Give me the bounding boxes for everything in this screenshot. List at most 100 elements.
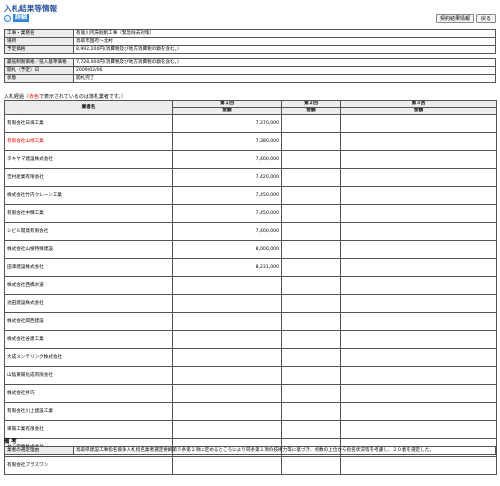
notes-label: 業者の選定理由	[4, 446, 74, 455]
info-value: 開札完了	[73, 74, 496, 83]
back-button[interactable]: 戻る	[476, 14, 496, 23]
round1-amount: 7,380,000	[171, 132, 283, 151]
round1-amount: 7,270,000	[171, 114, 283, 133]
round1-amount: 7,400,000	[171, 150, 283, 169]
notes-title: 備 考	[4, 439, 17, 445]
info-value: 8,992,200円(消費税及び地方消費税の額を含む。)	[73, 45, 496, 54]
bid-row: 有限会社中輝工業 7,450,000	[4, 204, 498, 223]
round2-amount-header: 金額	[281, 107, 342, 115]
company-name: 有限会社プラスワン	[4, 456, 173, 475]
notes-row: 業者の選定理由 鳥取県建設工事指名競争入札指名業者選定要綱第５条第２項に定めると…	[4, 446, 496, 455]
round3-amount	[340, 222, 498, 241]
info-row: 工事・業務名 有富川河床掘削工事（緊急除去対策）	[4, 29, 496, 38]
company-header: 業者名	[4, 100, 173, 115]
round2-header: 第２回	[281, 100, 342, 108]
round3-header: 第３回	[340, 100, 498, 108]
company-name: タキヤマ建設株式会社	[4, 150, 173, 169]
info-label: 開札（予定）日	[4, 66, 74, 75]
bid-row: 有限会社山崎工業7,380,000落札	[4, 132, 498, 151]
round1-amount	[171, 384, 283, 403]
round2-amount	[281, 150, 342, 169]
round2-amount	[281, 276, 342, 295]
company-name: 東陽工業有限会社	[4, 420, 173, 439]
company-name: 有限会社日海工業	[4, 114, 173, 133]
round3-amount	[340, 384, 498, 403]
round1-amount: 7,400,000	[171, 222, 283, 241]
project-info-table: 工事・業務名 有富川河床掘削工事（緊急除去対策） 場所 鳥取市国府～北村 予定価…	[4, 29, 496, 83]
round3-amount	[340, 204, 498, 223]
round2-amount	[281, 402, 342, 421]
info-label: 状態	[4, 74, 74, 83]
round1-amount	[171, 330, 283, 349]
company-name: 有限会社中輝工業	[4, 204, 173, 223]
bid-row: 株式会社西橋水道辞退	[4, 276, 498, 295]
company-name: 有限会社山崎工業	[4, 132, 173, 151]
company-name: 山陰東陽化成有限会社	[4, 366, 173, 385]
info-row: 開札（予定）日 2009/02/06	[4, 66, 496, 75]
round3-amount	[340, 258, 498, 277]
round2-amount	[281, 456, 342, 475]
company-name: 株式会社西橋水道	[4, 276, 173, 295]
round1-amount	[171, 402, 283, 421]
round1-amount: 8,000,000	[171, 240, 283, 259]
bid-row: 池田建設株式会社欠席	[4, 294, 498, 313]
bid-row: タキヤマ建設株式会社 7,400,000	[4, 150, 498, 169]
round2-amount	[281, 240, 342, 259]
round1-amount	[171, 348, 283, 367]
round3-amount	[340, 420, 498, 439]
round1-amount	[171, 276, 283, 295]
info-row: 予定価格 8,992,200円(消費税及び地方消費税の額を含む。)	[4, 45, 496, 54]
info-value: 有富川河床掘削工事（緊急除去対策）	[73, 29, 496, 38]
round1-amount	[171, 366, 283, 385]
info-row: 状態 開札完了	[4, 74, 496, 83]
company-name: 田澤建設株式会社	[4, 258, 173, 277]
company-name: シビル開発有限会社	[4, 222, 173, 241]
bid-header-row: 業者名 第１回 第２回 第３回 摘要	[4, 100, 498, 115]
company-name: 吉村産業有限会社	[4, 168, 173, 187]
company-name: 株式会社関西建設	[4, 312, 173, 331]
company-name: 大成メンテリング株式会社	[4, 348, 173, 367]
round2-amount	[281, 222, 342, 241]
round3-amount	[340, 168, 498, 187]
round1-header: 第１回	[171, 100, 283, 108]
bid-row: 株式会社井巧辞退	[4, 384, 498, 403]
company-name: 有限会社川上建設工業	[4, 402, 173, 421]
info-value: 鳥取市国府～北村	[73, 37, 496, 46]
bid-row: 株式会社竹内クレーン工業 7,450,000	[4, 186, 498, 205]
bid-row: 株式会社山根特殊建設 8,000,000	[4, 240, 498, 259]
bid-row: 田澤建設株式会社 8,231,000	[4, 258, 498, 277]
info-value: 7,728,000円(消費税及び地方消費税の額を含む。)	[73, 58, 496, 67]
round3-amount-header: 金額	[340, 107, 498, 115]
bid-results-table: 業者名 第１回 第２回 第３回 摘要 金額 金額 金額 有限会社日海工業7,27…	[4, 100, 498, 475]
contract-result-button[interactable]: 契約結果情報	[436, 14, 474, 23]
round3-amount	[340, 240, 498, 259]
bid-row: シビル開発有限会社 7,400,000	[4, 222, 498, 241]
bid-row: 株式会社関西建設辞退	[4, 312, 498, 331]
bid-row: 吉村産業有限会社 7,420,000	[4, 168, 498, 187]
info-label: 工事・業務名	[4, 29, 74, 38]
round3-amount	[340, 276, 498, 295]
round3-amount	[340, 132, 498, 151]
detail-heading: 詳細	[4, 13, 30, 23]
round1-amount	[171, 312, 283, 331]
bid-row: 東陽工業有限会社辞退	[4, 420, 498, 439]
circle-icon	[4, 14, 11, 22]
round2-amount	[281, 366, 342, 385]
round1-amount: 7,450,000	[171, 186, 283, 205]
company-name: 池田建設株式会社	[4, 294, 173, 313]
info-label: 場所	[4, 37, 74, 46]
company-name: 株式会社谷建工業	[4, 330, 173, 349]
round3-amount	[340, 186, 498, 205]
bid-row: 有限会社プラスワン辞退	[4, 456, 498, 475]
round2-amount	[281, 312, 342, 331]
info-label: 予定価格	[4, 45, 74, 54]
round1-amount	[171, 456, 283, 475]
round2-amount	[281, 330, 342, 349]
bid-list-caption: 入札経過（赤色で表示されているのは落札業者です。）	[4, 93, 126, 100]
info-row: 最低制限価格／低入基準価格 7,728,000円(消費税及び地方消費税の額を含む…	[4, 58, 496, 67]
bid-row: 有限会社日海工業7,270,000失格（無効） 最低制限価格を下回ったため	[4, 114, 498, 133]
round1-amount: 8,231,000	[171, 258, 283, 277]
round3-amount	[340, 348, 498, 367]
notes-text: 鳥取県建設工事指名競争入札指名業者選定要綱第５条第２項に定めるところにより同条第…	[73, 446, 496, 455]
round3-amount	[340, 114, 498, 133]
